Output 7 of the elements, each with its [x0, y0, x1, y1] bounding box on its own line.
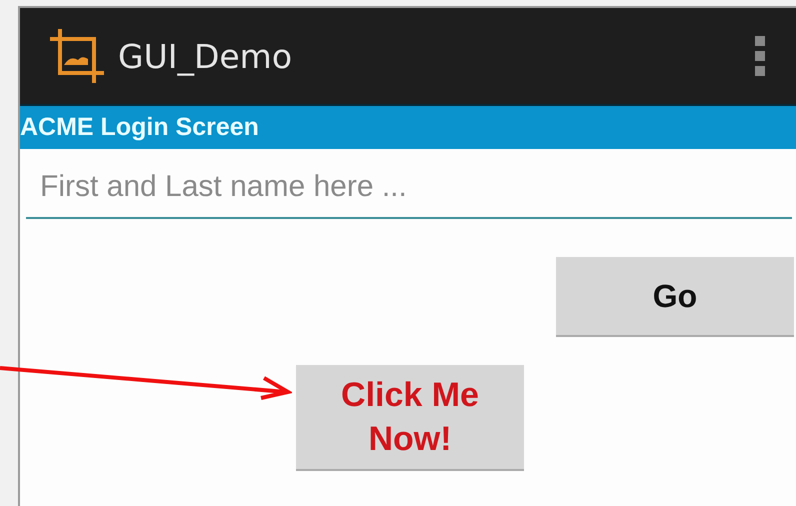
- overflow-menu-icon[interactable]: [754, 36, 766, 76]
- name-field[interactable]: First and Last name here ...: [26, 157, 792, 219]
- click-me-button[interactable]: Click Me Now!: [296, 365, 524, 471]
- go-button[interactable]: Go: [556, 257, 794, 337]
- crop-icon: [48, 27, 106, 85]
- app-title: GUI_Demo: [118, 36, 294, 76]
- screen-header: ACME Login Screen: [20, 106, 796, 149]
